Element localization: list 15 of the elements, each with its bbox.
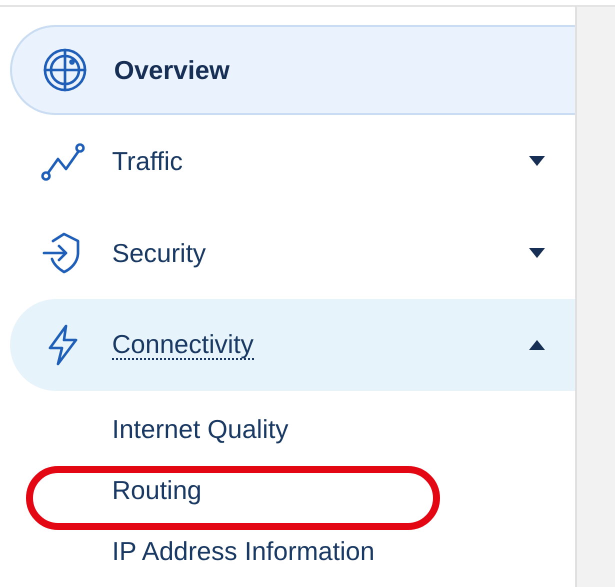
item-label: Traffic (112, 144, 183, 178)
globe-icon (42, 47, 88, 93)
sidebar-item[interactable]: Traffic (0, 115, 575, 207)
item-label: Overview (114, 54, 230, 86)
submenu-link[interactable]: Internet Quality (112, 410, 288, 449)
caret-icon (529, 156, 545, 166)
item-label: Connectivity (112, 330, 254, 360)
submenu-link[interactable]: Routing (112, 471, 202, 510)
sidebar-item[interactable]: Connectivity (10, 299, 575, 391)
item-label: Security (112, 236, 206, 270)
sidebar-item[interactable]: Security (0, 207, 575, 299)
caret-icon (529, 248, 545, 258)
caret-icon (529, 340, 545, 350)
submenu-link[interactable]: IP Address Information (112, 532, 375, 571)
sidebar-item[interactable]: Overview (10, 25, 575, 115)
